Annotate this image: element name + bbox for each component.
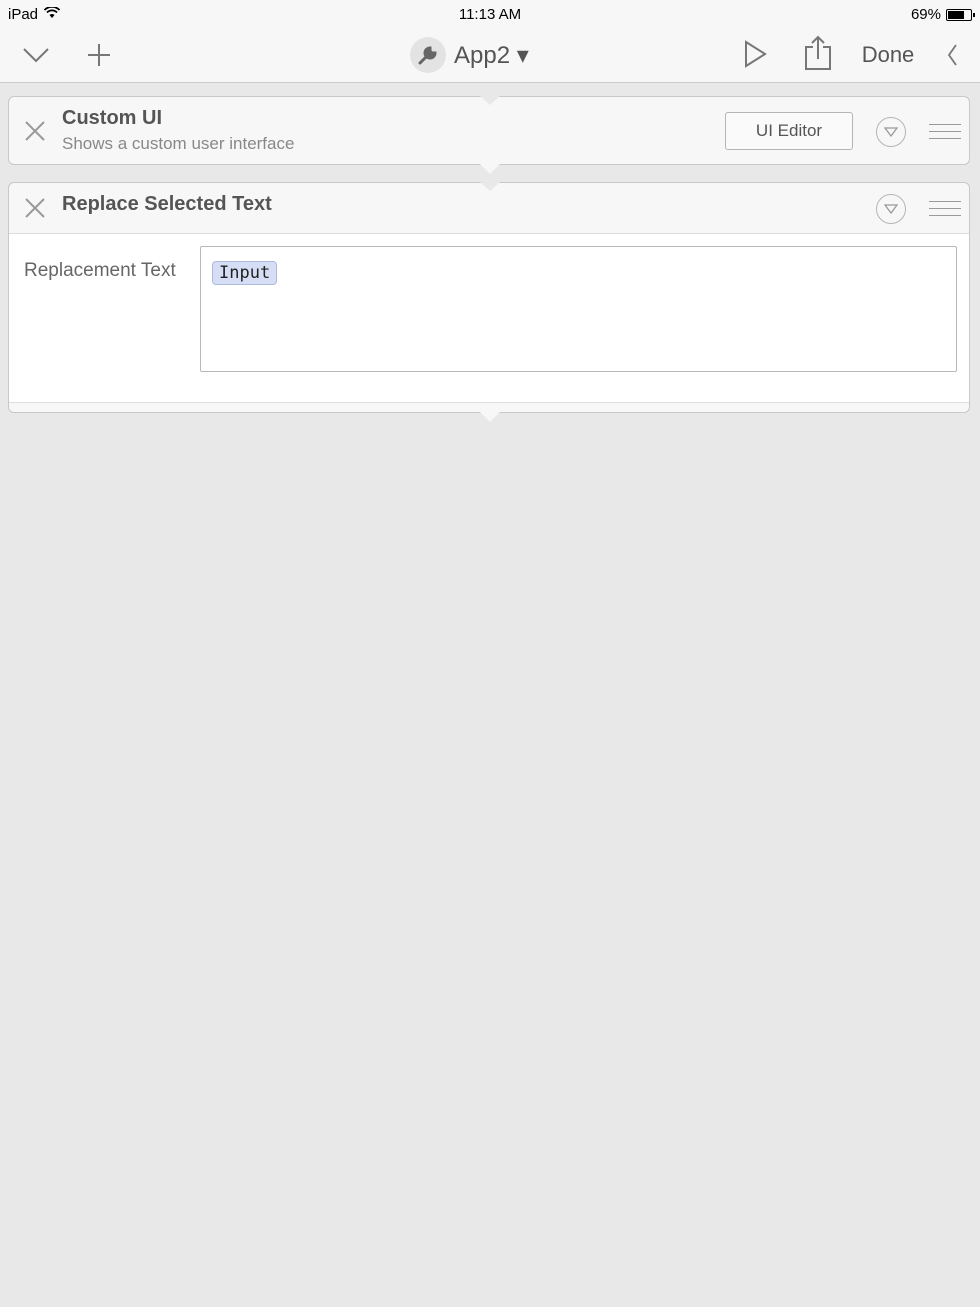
- action-subtitle: Shows a custom user interface: [62, 134, 295, 153]
- chevron-down-icon[interactable]: [20, 40, 52, 70]
- card-connector: [480, 96, 500, 105]
- drag-handle[interactable]: [929, 124, 961, 144]
- action-title: Replace Selected Text: [62, 193, 272, 215]
- card-footer: [9, 402, 969, 412]
- action-parameters: Replacement Text Input: [9, 233, 969, 402]
- status-bar: iPad 11:13 AM 69%: [0, 0, 980, 28]
- workflow-title-button[interactable]: App2 ▾: [410, 36, 529, 74]
- play-icon[interactable]: [740, 38, 770, 70]
- drag-handle[interactable]: [929, 201, 961, 221]
- action-title: Custom UI: [62, 107, 162, 129]
- replacement-text-field[interactable]: Input: [200, 246, 957, 372]
- close-icon[interactable]: [23, 119, 47, 143]
- triangle-down-icon: [884, 127, 898, 137]
- card-connector: [480, 164, 500, 174]
- card-connector: [480, 182, 500, 191]
- chevron-left-icon[interactable]: [942, 40, 962, 70]
- workflow-toolbar: App2 ▾ Done: [0, 28, 980, 83]
- expand-options-button[interactable]: [876, 194, 906, 224]
- done-button[interactable]: Done: [858, 40, 918, 70]
- ui-editor-button[interactable]: UI Editor: [725, 112, 853, 150]
- replacement-text-label: Replacement Text: [24, 260, 176, 281]
- status-time: 11:13 AM: [458, 6, 522, 23]
- close-icon[interactable]: [23, 196, 47, 220]
- input-variable-token[interactable]: Input: [212, 261, 278, 285]
- action-card-custom-ui[interactable]: Custom UI Shows a custom user interface …: [8, 96, 970, 174]
- triangle-down-icon: [884, 204, 898, 214]
- battery-percent: 69%: [910, 6, 941, 23]
- plus-icon[interactable]: [84, 40, 114, 70]
- wrench-icon: [410, 37, 446, 73]
- card-connector: [480, 412, 500, 422]
- battery-icon: [946, 8, 975, 21]
- workflow-title: App2 ▾: [454, 41, 529, 69]
- status-right: 69%: [910, 6, 975, 23]
- expand-options-button[interactable]: [876, 117, 906, 147]
- share-icon[interactable]: [802, 34, 834, 72]
- action-card-replace-selected-text[interactable]: Replace Selected Text Replacement Text I…: [8, 182, 970, 422]
